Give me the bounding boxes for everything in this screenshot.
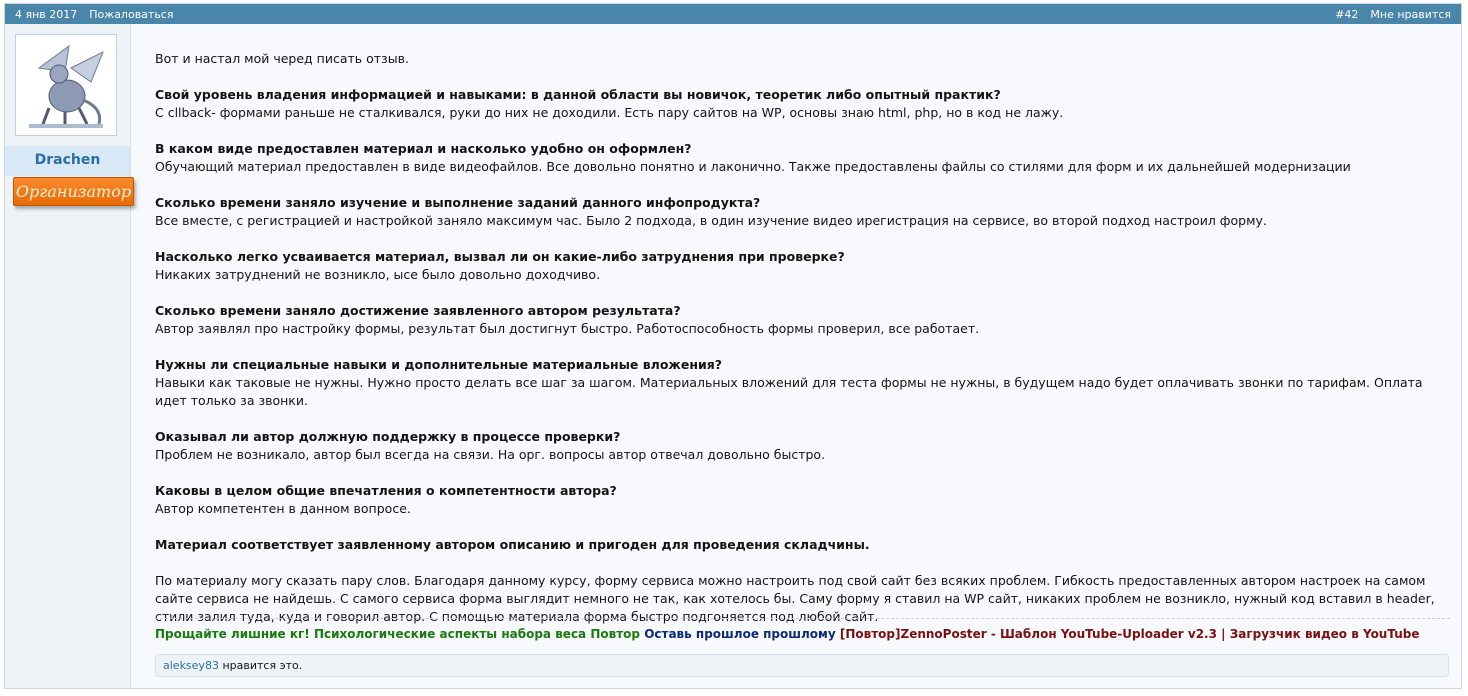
question: Сколько времени заняло изучение и выполн… [155,195,761,210]
qa-block: Свой уровень владения информацией и навы… [155,86,1450,122]
user-block: Drachen Организатор [5,24,134,688]
question: В каком виде предоставлен материал и нас… [155,141,692,156]
qa-block: В каком виде предоставлен материал и нас… [155,140,1450,176]
qa-block: Сколько времени заняло достижение заявле… [155,302,1450,338]
qa-block: Нужны ли специальные навыки и дополнител… [155,356,1450,410]
post-content: Вот и настал мой черед писать отзыв. Сво… [155,50,1450,644]
answer: Проблем не возникало, автор был всегда н… [155,447,826,462]
role-badge: Организатор [13,177,134,206]
signature-link-2[interactable]: Оставь прошлое прошлому [644,627,835,641]
answer: Никаких затруднений не возникло, ысе был… [155,267,601,282]
post-intro: Вот и настал мой черед писать отзыв. [155,51,409,66]
qa-block: Каковы в целом общие впечатления о компе… [155,482,1450,518]
conclusion: Материал соответствует заявленному автор… [155,536,1450,554]
post-number-link[interactable]: #42 [1335,8,1358,21]
conclusion-text: Материал соответствует заявленному автор… [155,537,870,552]
post-header: 4 янв 2017 Пожаловаться #42 Мне нравится [5,4,1461,24]
question: Нужны ли специальные навыки и дополнител… [155,357,723,372]
answer: Автор компетентен в данном вопросе. [155,501,411,516]
report-link[interactable]: Пожаловаться [89,8,173,21]
qa-block: Насколько легко усваивается материал, вы… [155,248,1450,284]
question: Насколько легко усваивается материал, вы… [155,249,845,264]
answer: Навыки как таковые не нужны. Нужно прост… [155,375,1423,408]
signature-link-1[interactable]: Прощайте лишние кг! Психологические аспе… [155,627,640,641]
qa-block: Сколько времени заняло изучение и выполн… [155,194,1450,230]
question: Каковы в целом общие впечатления о компе… [155,483,617,498]
likes-summary: aleksey83 нравится это. [155,654,1449,677]
question: Сколько времени заняло достижение заявле… [155,303,681,318]
avatar[interactable] [15,34,117,136]
liker-username[interactable]: aleksey83 [163,659,219,672]
like-link[interactable]: Мне нравится [1370,8,1451,21]
signature: Прощайте лишние кг! Психологические аспе… [155,618,1450,641]
answer: Все вместе, с регистрацией и настройкой … [155,213,1267,228]
qa-block: Оказывал ли автор должную поддержку в пр… [155,428,1450,464]
post-date[interactable]: 4 янв 2017 [15,8,77,21]
answer: Обучающий материал предоставлен в виде в… [155,159,1351,174]
likes-text: нравится это. [218,659,303,672]
answer: С cllback- формами раньше не сталкивался… [155,105,1064,120]
username[interactable]: Drachen [5,152,130,168]
question: Оказывал ли автор должную поддержку в пр… [155,429,621,444]
forum-post: 4 янв 2017 Пожаловаться #42 Мне нравится… [4,3,1462,689]
question: Свой уровень владения информацией и навы… [155,87,1001,102]
signature-link-3[interactable]: [Повтор]ZennoPoster - Шаблон YouTube-Upl… [840,627,1420,641]
answer: Автор заявлял про настройку формы, резул… [155,321,980,336]
dragon-avatar-icon [19,38,113,132]
